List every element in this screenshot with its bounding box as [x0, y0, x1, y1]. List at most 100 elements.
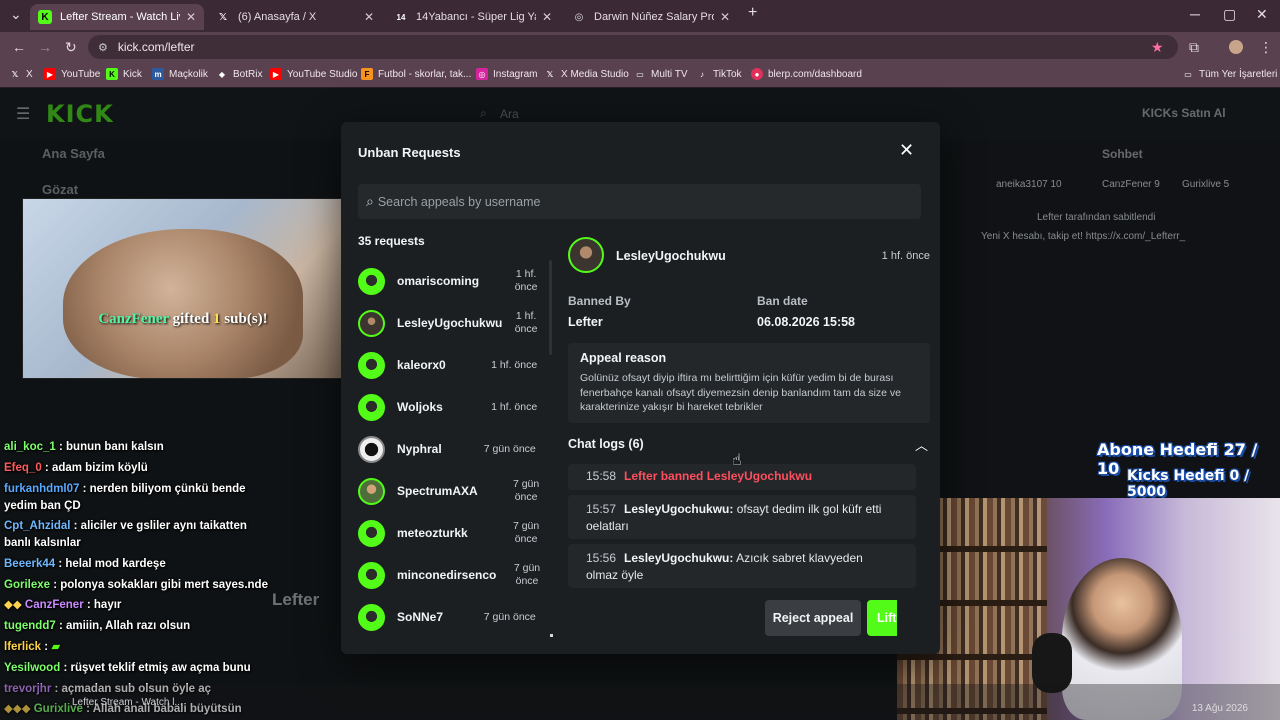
request-item[interactable]: SoNNe7 7 gün önce	[358, 596, 548, 638]
window-close-icon[interactable]: ✕	[1256, 6, 1268, 23]
extensions-icon[interactable]: ⧉	[1189, 39, 1199, 56]
bookmark-youtube[interactable]: ▶ YouTube	[44, 68, 100, 80]
search-appeals[interactable]: ⌕	[358, 184, 921, 219]
tab-14yabanci[interactable]: 14 14Yabancı - Süper Lig Yabancı K ✕	[386, 4, 560, 30]
browser-tab-bar: ⌄ K Lefter Stream - Watch Live on K ✕ 𝕏 …	[0, 0, 1280, 32]
modal-title: Unban Requests	[358, 145, 461, 160]
appeal-detail: LesleyUgochukwu 1 hf. önce Banned By Lef…	[568, 237, 930, 637]
avatar	[358, 519, 385, 547]
emote-icon: ▰	[51, 641, 61, 653]
chevron-up-icon[interactable]: ︿	[915, 435, 928, 454]
request-item[interactable]: SpectrumAXA 7 gün önce	[358, 470, 548, 512]
appeal-username[interactable]: LesleyUgochukwu	[616, 249, 726, 263]
chat-line: ◆◆ CanzFener : hayır	[4, 599, 122, 611]
kick-search-input[interactable]: Ara	[500, 107, 519, 121]
reload-icon[interactable]: ↻	[65, 39, 77, 56]
hamburger-icon[interactable]: ☰	[16, 104, 30, 124]
kick-logo[interactable]: KICK	[46, 100, 114, 128]
appeal-time: 1 hf. önce	[881, 250, 930, 262]
bookmark-mackolik[interactable]: m Maçkolik	[152, 68, 208, 80]
buy-kicks-button[interactable]: KICKs Satın Al	[1142, 106, 1226, 120]
sidebar-item-home[interactable]: Ana Sayfa	[42, 146, 105, 161]
lift-ban-button[interactable]: Lift ban	[867, 600, 897, 636]
site-info-icon[interactable]: ⚙	[98, 41, 108, 54]
avatar	[358, 477, 385, 505]
chat-line: Yesilwood : rüşvet teklif etmiş aw açma …	[4, 662, 251, 674]
profile-avatar[interactable]	[1229, 40, 1243, 54]
chat-line: furkanhdml07 : nerden biliyom çünkü bend…	[4, 483, 246, 495]
kick-icon: K	[38, 10, 52, 24]
back-icon[interactable]: ←	[12, 39, 26, 55]
x-icon: 𝕏	[218, 11, 228, 23]
badge-icon: ◆◆	[4, 599, 25, 611]
avatar	[358, 309, 385, 337]
maximize-icon[interactable]: ▢	[1223, 6, 1236, 23]
streamer-name[interactable]: Lefter	[272, 590, 319, 610]
bookmark-botrix[interactable]: ◆ BotRix	[216, 68, 263, 80]
bookmark-star-icon[interactable]: ★	[1151, 39, 1164, 56]
avatar	[568, 237, 604, 273]
request-item[interactable]: kaleorx0 1 hf. önce	[358, 344, 548, 386]
chat-line: Gorilexe : polonya sokakları gibi mert s…	[4, 579, 268, 591]
close-icon[interactable]: ✕	[186, 10, 196, 24]
blerp-icon: ●	[751, 68, 763, 80]
search-icon: ⌕	[366, 193, 374, 209]
chat-line: Beeerk44 : helal mod kardeşe	[4, 558, 166, 570]
bookmark-multi-tv[interactable]: ▭ Multi TV	[634, 68, 687, 80]
taskbar-stream-item[interactable]: Lefter Stream - Watch l...	[72, 697, 183, 708]
alert-overlay-video: CanzFener gifted 1 sub(s)!	[22, 198, 342, 379]
tab-kick[interactable]: K Lefter Stream - Watch Live on K ✕	[30, 4, 204, 30]
avatar	[358, 393, 385, 421]
close-icon[interactable]: ✕	[542, 10, 552, 24]
bookmark-youtube-studio[interactable]: ▶ YouTube Studio	[270, 68, 357, 80]
mouse-cursor-icon: ☝	[732, 452, 742, 469]
bookmark-tiktok[interactable]: ♪ TikTok	[696, 68, 742, 80]
gift-alert-text: CanzFener gifted 1 sub(s)!	[98, 311, 268, 327]
tab-x[interactable]: 𝕏 (6) Anasayfa / X ✕	[208, 4, 382, 30]
sidebar-item-browse[interactable]: Gözat	[42, 182, 78, 197]
bookmark-instagram[interactable]: ◎ Instagram	[476, 68, 537, 80]
instagram-icon: ◎	[476, 68, 488, 80]
address-bar-row: ← → ↻ ⚙ kick.com/lefter ★ ⧉ ⋮	[0, 32, 1280, 62]
avatar	[358, 267, 385, 295]
bookmark-kick[interactable]: K Kick	[106, 68, 142, 80]
minimize-icon[interactable]: ─	[1190, 6, 1200, 22]
menu-icon[interactable]: ⋮	[1259, 39, 1273, 56]
bookmark-futbol[interactable]: F Futbol - skorlar, tak...	[361, 68, 471, 80]
monkey-image	[63, 229, 303, 378]
14-icon: 14	[396, 12, 406, 22]
bookmark-x[interactable]: 𝕏X	[9, 68, 33, 80]
new-tab-icon[interactable]: +	[748, 4, 757, 22]
forward-icon[interactable]: →	[38, 39, 52, 55]
appeal-reason-box: Appeal reason Golünüz ofsayt diyip iftir…	[568, 343, 930, 423]
youtube-studio-icon: ▶	[270, 68, 282, 80]
close-icon[interactable]: ✕	[364, 10, 374, 24]
request-item-selected[interactable]: LesleyUgochukwu 1 hf. önce	[358, 302, 548, 344]
search-appeals-input[interactable]	[377, 194, 898, 209]
close-icon[interactable]: ✕	[720, 10, 730, 24]
chat-title: Sohbet	[1102, 147, 1143, 161]
url-field[interactable]: ⚙ kick.com/lefter	[88, 35, 1178, 59]
folder-icon: ▭	[1184, 69, 1192, 79]
tab-darwin[interactable]: ◎ Darwin Núñez Salary Profile | C ✕	[564, 4, 738, 30]
bookmark-blerp[interactable]: ● blerp.com/dashboard	[751, 68, 862, 80]
bookmark-x-media-studio[interactable]: 𝕏X Media Studio	[544, 68, 629, 80]
chat-log-row: 15:56 LesleyUgochukwu: Azıcık sabret klav…	[568, 544, 916, 588]
scroll-indicator	[550, 634, 553, 637]
close-icon[interactable]: ✕	[899, 140, 914, 161]
all-bookmarks[interactable]: ▭ Tüm Yer İşaretleri	[1182, 68, 1277, 80]
youtube-icon: ▶	[44, 68, 56, 80]
tab-search-icon[interactable]: ⌄	[10, 6, 22, 23]
request-item[interactable]: minconedirsenco 7 gün önce	[358, 554, 548, 596]
chat-logs-toggle[interactable]: Chat logs (6) ︿	[568, 435, 930, 453]
pinned-message: Yeni X hesabı, takip et! https://x.com/_…	[981, 231, 1186, 242]
request-item[interactable]: Woljoks 1 hf. önce	[358, 386, 548, 428]
reject-appeal-button[interactable]: Reject appeal	[765, 600, 861, 636]
request-item[interactable]: Nyphral 7 gün önce	[358, 428, 548, 470]
x-icon: 𝕏	[11, 69, 19, 79]
chat-line: banlı kalsınlar	[4, 537, 81, 549]
request-item[interactable]: omariscoming 1 hf. önce	[358, 260, 548, 302]
avatar	[358, 561, 385, 589]
request-list-scrollbar[interactable]	[549, 260, 552, 355]
request-item[interactable]: meteozturkk 7 gün önce	[358, 512, 548, 554]
